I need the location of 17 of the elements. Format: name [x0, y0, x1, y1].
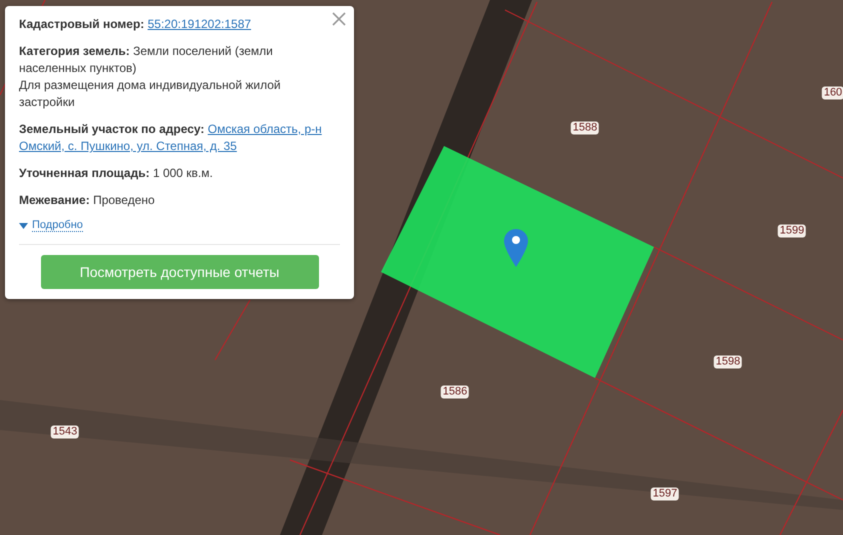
parcel-number-label: 1586	[440, 386, 470, 398]
info-link[interactable]: 55:20:191202:1587	[148, 17, 252, 31]
parcel-number-label: 1599	[778, 224, 806, 238]
info-text: Земельный участок по адресу: Омская область, р-н	[19, 121, 323, 138]
parcel-number-label: 1597	[650, 488, 680, 500]
info-text: Межевание: Проведено	[19, 192, 156, 209]
parcel-number-label: 1598	[714, 356, 742, 368]
parcel-number-label: 160	[822, 86, 843, 100]
info-text: Уточненная площадь: 1 000 кв.м.	[19, 165, 214, 182]
info-text: Категория земель: Земли поселений (земли населенных пунктов)	[19, 43, 274, 77]
parcel-number-label: 1588	[570, 122, 600, 134]
parcel-number-label: 1543	[50, 426, 80, 438]
details-link[interactable]: Подробно	[32, 219, 83, 232]
info-link[interactable]: Омская область, р-н	[208, 122, 322, 136]
info-link[interactable]: Омский, с. Пушкино, ул. Степная, д. 35	[19, 139, 237, 153]
view-reports-button[interactable]: Посмотреть доступные отчеты	[40, 255, 318, 289]
info-text: Для размещения дома индивидуальной жилой застройки	[19, 77, 282, 111]
